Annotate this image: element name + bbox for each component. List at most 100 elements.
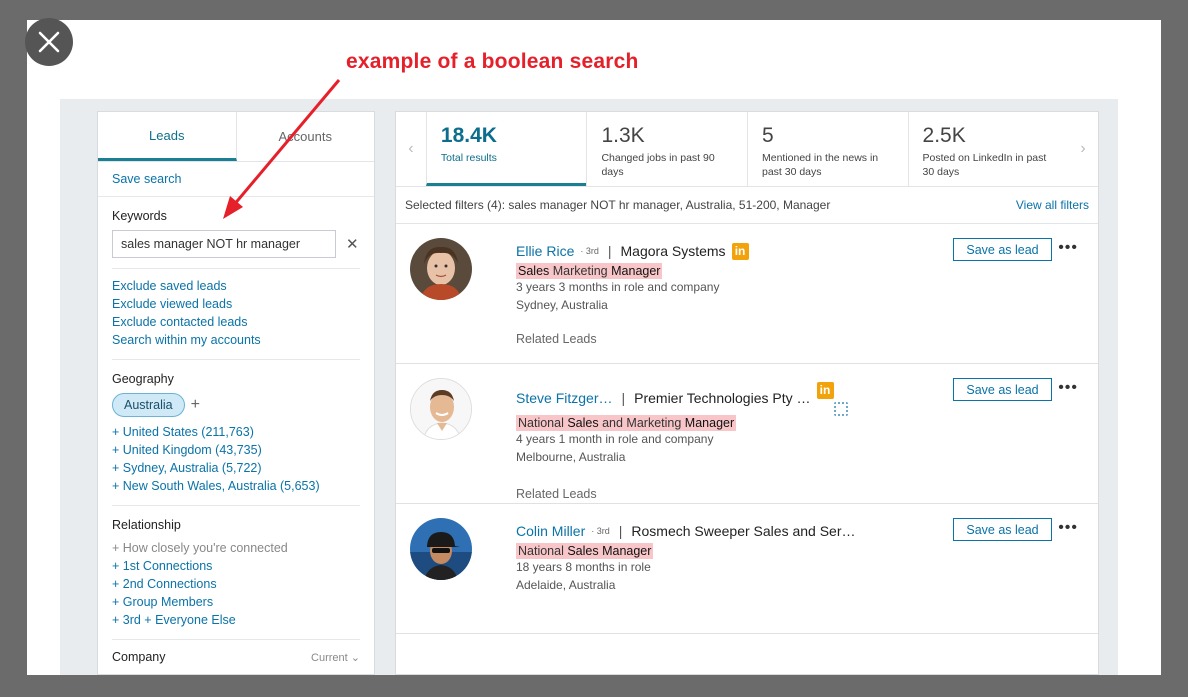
avatar[interactable] [410, 378, 472, 440]
geo-option[interactable]: + United States (211,763) [112, 423, 360, 441]
geo-option[interactable]: + Sydney, Australia (5,722) [112, 459, 360, 477]
loading-icon [834, 402, 848, 416]
company-current-dropdown[interactable]: Current ⌄ [311, 651, 360, 664]
related-leads-link[interactable]: Related Leads [516, 487, 597, 501]
lead-name-link[interactable]: Colin Miller [516, 523, 585, 539]
stat-label: Total results [440, 152, 497, 164]
relationship-option[interactable]: + 1st Connections [112, 557, 360, 575]
divider [112, 359, 360, 360]
add-geography-icon[interactable]: + [191, 396, 200, 414]
lead-tenure: 18 years 8 months in role [516, 560, 651, 574]
stats-bar: ‹ 18.4K Total results 1.3K Changed jobs … [396, 112, 1098, 187]
company-link[interactable]: Rosmech Sweeper Sales and Ser… [631, 523, 855, 539]
connection-degree: · 3rd [580, 246, 599, 256]
company-link[interactable]: Magora Systems [621, 243, 726, 259]
clear-keywords-icon[interactable]: ✕ [346, 235, 359, 253]
lead-info: Colin Miller · 3rd | Rosmech Sweeper Sal… [516, 521, 936, 594]
search-within-accounts-link[interactable]: Search within my accounts [112, 331, 360, 349]
save-as-lead-button[interactable]: Save as lead [953, 518, 1052, 541]
chevron-down-icon: ⌄ [350, 651, 360, 664]
more-icon[interactable]: ••• [1058, 239, 1078, 257]
filter-panel: Leads Accounts Save search Keywords ✕ Ex… [97, 111, 375, 675]
avatar[interactable] [410, 518, 472, 580]
stat-label: Posted on LinkedIn in past 30 days [922, 152, 1047, 178]
relationship-option[interactable]: + Group Members [112, 593, 360, 611]
lead-info: Steve Fitzger… | Premier Technologies Pt… [516, 381, 936, 466]
save-as-lead-button[interactable]: Save as lead [953, 238, 1052, 261]
stat-value: 1.3K [601, 124, 645, 147]
lead-name-link[interactable]: Steve Fitzger… [516, 390, 612, 406]
geo-option[interactable]: + New South Wales, Australia (5,653) [112, 477, 360, 495]
linkedin-badge-icon: in [816, 381, 834, 399]
stat-label: Changed jobs in past 90 days [601, 152, 715, 178]
lead-tenure: 3 years 3 months in role and company [516, 280, 720, 294]
lead-location: Melbourne, Australia [516, 450, 626, 464]
image-frame: example of a boolean search Leads Accoun… [27, 20, 1161, 675]
relationship-section: Relationship + How closely you're connec… [98, 518, 374, 629]
geography-section: Geography Australia + + United States (2… [98, 372, 374, 495]
stats-prev-arrow-icon[interactable]: ‹ [396, 112, 426, 186]
tab-bar: Leads Accounts [98, 112, 374, 162]
lead-row: Steve Fitzger… | Premier Technologies Pt… [396, 364, 1098, 504]
exclude-saved-leads-link[interactable]: Exclude saved leads [112, 277, 360, 295]
lead-info: Ellie Rice · 3rd | Magora Systems in Sal… [516, 241, 936, 314]
stat-changed-jobs[interactable]: 1.3K Changed jobs in past 90 days [586, 112, 747, 186]
lead-location: Adelaide, Australia [516, 578, 616, 592]
stat-value: 5 [761, 124, 774, 147]
save-as-lead-button[interactable]: Save as lead [953, 378, 1052, 401]
stat-total-results[interactable]: 18.4K Total results [425, 112, 587, 186]
relationship-option[interactable]: + 2nd Connections [112, 575, 360, 593]
keywords-input[interactable] [112, 230, 336, 258]
keywords-section: Keywords ✕ [98, 209, 374, 258]
geography-title: Geography [112, 372, 174, 386]
save-search-link[interactable]: Save search [98, 162, 374, 197]
company-link[interactable]: Premier Technologies Pty … [634, 390, 810, 406]
more-icon[interactable]: ••• [1058, 379, 1078, 397]
tab-accounts[interactable]: Accounts [237, 112, 375, 161]
company-section: Company Current ⌄ [98, 650, 374, 664]
lead-row: Colin Miller · 3rd | Rosmech Sweeper Sal… [396, 504, 1098, 634]
related-leads-link[interactable]: Related Leads [516, 332, 597, 346]
exclude-links: Exclude saved leads Exclude viewed leads… [98, 269, 374, 349]
geography-pill-australia[interactable]: Australia [112, 393, 185, 417]
lead-title: Sales Marketing Manager [516, 263, 663, 279]
stat-value: 18.4K [440, 124, 497, 147]
stats-next-arrow-icon[interactable]: › [1068, 112, 1098, 186]
stat-value: 2.5K [922, 124, 966, 147]
company-title: Company [112, 650, 166, 664]
stat-posted-linkedin[interactable]: 2.5K Posted on LinkedIn in past 30 days [907, 112, 1069, 186]
stat-mentioned-news[interactable]: 5 Mentioned in the news in past 30 days [746, 112, 908, 186]
lead-name-link[interactable]: Ellie Rice [516, 243, 574, 259]
more-icon[interactable]: ••• [1058, 519, 1078, 537]
relationship-hint[interactable]: + How closely you're connected [112, 539, 360, 557]
close-button[interactable] [25, 18, 73, 66]
results-panel: ‹ 18.4K Total results 1.3K Changed jobs … [395, 111, 1099, 675]
avatar[interactable] [410, 238, 472, 300]
lead-tenure: 4 years 1 month in role and company [516, 432, 714, 446]
divider [112, 639, 360, 640]
exclude-viewed-leads-link[interactable]: Exclude viewed leads [112, 295, 360, 313]
separator: | [621, 390, 626, 406]
lead-row: Ellie Rice · 3rd | Magora Systems in Sal… [396, 224, 1098, 364]
keywords-title: Keywords [112, 209, 167, 223]
divider [112, 505, 360, 506]
exclude-contacted-leads-link[interactable]: Exclude contacted leads [112, 313, 360, 331]
lead-location: Sydney, Australia [516, 298, 608, 312]
lead-title: National Sales Manager [516, 543, 654, 559]
close-icon [38, 31, 60, 53]
separator: | [618, 523, 623, 539]
view-all-filters-link[interactable]: View all filters [1016, 198, 1089, 212]
annotation-label: example of a boolean search [346, 50, 639, 73]
separator: | [607, 243, 612, 259]
selected-filters-text: Selected filters (4): sales manager NOT … [405, 198, 831, 212]
relationship-option[interactable]: + 3rd + Everyone Else [112, 611, 360, 629]
geo-option[interactable]: + United Kingdom (43,735) [112, 441, 360, 459]
connection-degree: · 3rd [591, 526, 610, 536]
linkedin-badge-icon: in [731, 242, 749, 260]
selected-filters-bar: Selected filters (4): sales manager NOT … [396, 187, 1098, 224]
sales-navigator-app: Leads Accounts Save search Keywords ✕ Ex… [60, 99, 1118, 675]
plus-icon: + [112, 541, 123, 555]
tab-leads[interactable]: Leads [98, 112, 237, 161]
relationship-title: Relationship [112, 518, 181, 532]
stat-label: Mentioned in the news in past 30 days [761, 152, 879, 178]
